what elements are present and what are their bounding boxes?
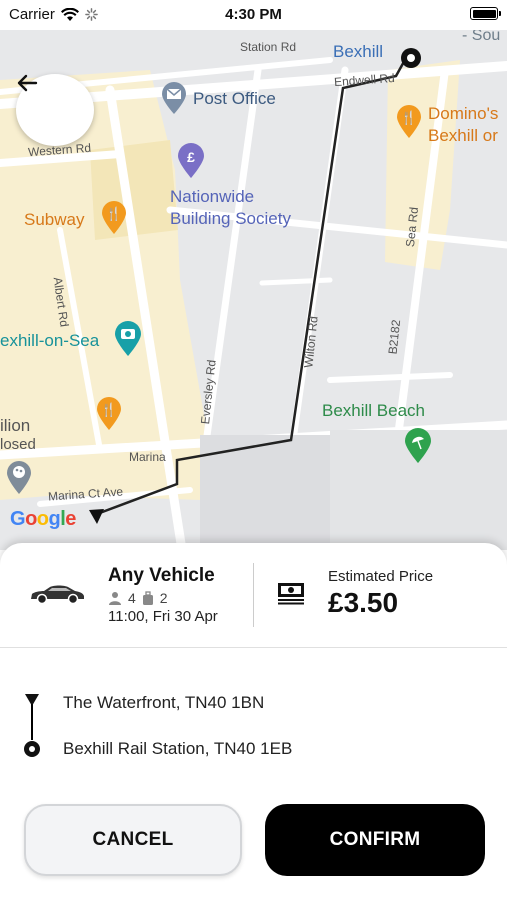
route-connector xyxy=(31,704,33,740)
poi-label-bexhill-beach[interactable]: Bexhill Beach xyxy=(322,401,425,421)
poi-label-pavilion[interactable]: ilion xyxy=(0,416,30,436)
poi-label-post-office[interactable]: Post Office xyxy=(193,89,276,109)
passenger-count: 4 xyxy=(128,590,136,606)
passenger-icon xyxy=(109,592,121,605)
poi-label-subway[interactable]: Subway xyxy=(24,210,84,230)
car-icon xyxy=(31,585,84,605)
restaurant-icon[interactable]: 🍴 xyxy=(395,103,423,139)
google-logo-letter: G xyxy=(10,508,26,530)
post-office-icon[interactable] xyxy=(160,81,188,115)
google-logo-letter: o xyxy=(36,508,49,530)
booking-sheet: Any Vehicle 4 2 11:00, Fri 30 Apr Estima… xyxy=(0,543,507,900)
street-label: - Sou xyxy=(462,30,501,44)
svg-text:£: £ xyxy=(187,149,195,165)
poi-label-pavilion-status: losed xyxy=(0,436,36,453)
destination-marker-icon xyxy=(401,48,421,68)
street-label: Station Rd xyxy=(240,40,297,54)
arrow-left-icon xyxy=(17,74,38,92)
poi-label-nationwide[interactable]: Nationwide xyxy=(170,187,254,207)
price-label: Estimated Price xyxy=(328,568,434,585)
svg-text:🍴: 🍴 xyxy=(401,110,417,126)
restaurant-icon[interactable]: 🍴 xyxy=(95,395,123,431)
google-logo: Google xyxy=(10,508,76,531)
divider xyxy=(0,647,507,648)
status-bar: Carrier 4:30 PM xyxy=(0,0,507,30)
divider xyxy=(253,563,254,627)
svg-text:🍴: 🍴 xyxy=(106,206,122,222)
poi-label-nationwide-2[interactable]: Building Society xyxy=(170,209,291,229)
art-gallery-icon[interactable] xyxy=(5,459,33,495)
pickup-datetime: 11:00, Fri 30 Apr xyxy=(108,608,218,625)
poi-label-dominos-2[interactable]: Bexhill or xyxy=(428,126,498,146)
battery-icon xyxy=(470,7,501,20)
vehicle-type: Any Vehicle xyxy=(108,565,215,586)
cash-icon xyxy=(278,583,304,605)
luggage-count: 2 xyxy=(159,590,168,606)
beach-icon[interactable] xyxy=(403,426,433,464)
clock: 4:30 PM xyxy=(225,6,282,23)
bank-icon[interactable]: £ xyxy=(176,141,206,179)
svg-text:🍴: 🍴 xyxy=(101,402,117,418)
price-value: £3.50 xyxy=(328,587,399,618)
dropoff-marker-icon xyxy=(24,741,40,757)
google-logo-letter: o xyxy=(25,508,37,530)
poi-label-bexhill[interactable]: Bexhill xyxy=(333,42,383,62)
capacity-row: 4 2 xyxy=(108,590,168,606)
pickup-address[interactable]: The Waterfront, TN40 1BN xyxy=(63,693,264,713)
google-logo-letter: g xyxy=(48,508,61,530)
poi-label-bexhill-on-sea[interactable]: exhill-on-Sea xyxy=(0,331,99,351)
trip-summary: Any Vehicle 4 2 11:00, Fri 30 Apr Estima… xyxy=(0,543,507,647)
cancel-button[interactable]: CANCEL xyxy=(24,804,242,876)
back-button[interactable] xyxy=(16,74,94,146)
confirm-button[interactable]: CONFIRM xyxy=(265,804,485,876)
poi-label-dominos[interactable]: Domino's xyxy=(428,104,498,124)
luggage-icon xyxy=(142,590,153,605)
map-view[interactable]: Station Rd Endwell Rd Western Rd Sea Rd … xyxy=(0,30,507,550)
google-logo-letter: e xyxy=(65,508,76,530)
street-label: Marina xyxy=(129,450,166,464)
dropoff-address[interactable]: Bexhill Rail Station, TN40 1EB xyxy=(63,739,292,759)
restaurant-icon[interactable]: 🍴 xyxy=(100,199,128,235)
camera-icon[interactable] xyxy=(113,319,143,357)
